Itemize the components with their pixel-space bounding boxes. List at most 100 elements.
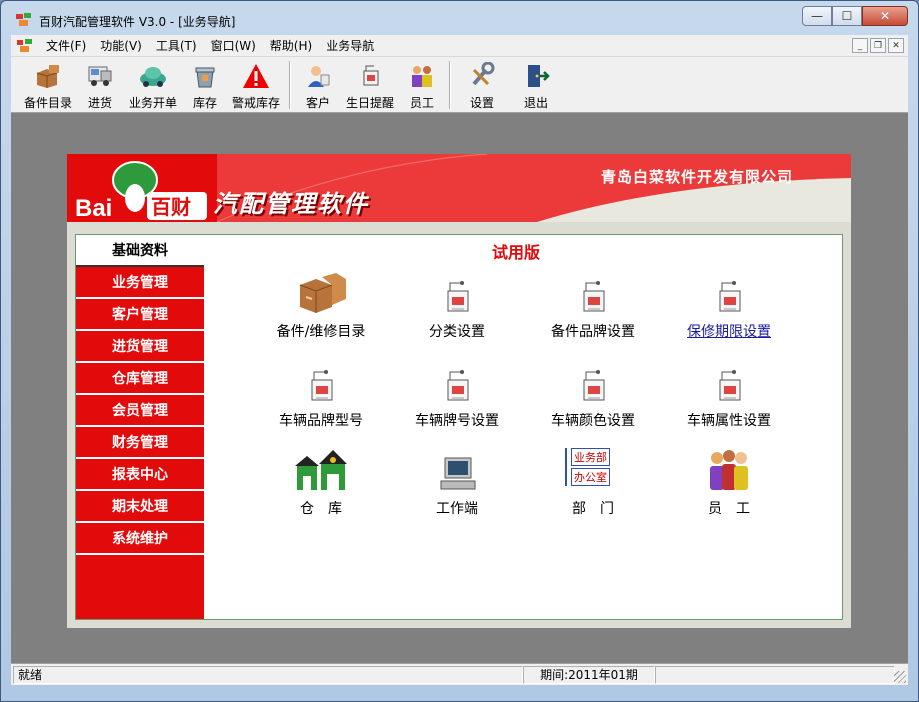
warehouse-icon (291, 442, 351, 492)
app-window: 百财汽配管理软件 V3.0 - [业务导航] — ☐ ✕ 文件(F) 功能(V)… (0, 0, 919, 702)
business-nav-panel: Bai 百财 汽配管理软件 青岛白菜软件开发有限公司 基础资料 业务管理 客户管… (67, 154, 851, 628)
trial-label: 试用版 (492, 243, 541, 262)
grid-item-category-settings[interactable]: 分类设置 (392, 265, 522, 341)
svg-text:百财: 百财 (151, 195, 191, 219)
menu-business-nav[interactable]: 业务导航 (319, 37, 381, 54)
status-panel-empty (655, 665, 895, 684)
toolbar-exit-button[interactable]: 退出 (509, 57, 563, 111)
toolbar-label: 客户 (305, 96, 330, 110)
sidebar-item-period-end[interactable]: 期末处理 (76, 491, 204, 523)
toolbar-birthday-reminder-button[interactable]: 生日提醒 (341, 57, 399, 111)
mdi-close-button[interactable]: ✕ (888, 38, 904, 53)
grid-label-link[interactable]: 保修期限设置 (687, 321, 771, 341)
grid-label: 员 工 (708, 501, 750, 517)
staff-icon (699, 442, 759, 492)
nav-content: 基础资料 业务管理 客户管理 进货管理 仓库管理 会员管理 财务管理 报表中心 … (75, 234, 843, 620)
status-bar: 就绪 期间:2011年01期 (11, 663, 908, 685)
boxes-icon (32, 61, 64, 91)
menu-window[interactable]: 窗口(W) (204, 37, 263, 54)
toolbar-customer-button[interactable]: 客户 (295, 57, 341, 111)
mdi-restore-button[interactable]: ❐ (870, 38, 886, 53)
menu-function[interactable]: 功能(V) (93, 37, 149, 54)
mdi-minimize-button[interactable]: _ (852, 38, 868, 53)
period-indicator: 期间:2011年01期 (523, 665, 655, 684)
grid-item-plate-settings[interactable]: 车辆牌号设置 (392, 354, 522, 430)
document-icon[interactable] (15, 38, 35, 54)
maximize-button[interactable]: ☐ (832, 6, 862, 26)
grid-label: 备件/维修目录 (276, 324, 366, 340)
window-title: 百财汽配管理软件 V3.0 - [业务导航] (39, 15, 236, 29)
sidebar-item-purchase[interactable]: 进货管理 (76, 331, 204, 363)
grid-label: 备件品牌设置 (551, 324, 635, 340)
toolbar-label: 退出 (523, 96, 548, 110)
grid-item-staff[interactable]: 员 工 (664, 442, 794, 518)
title-bar[interactable]: 百财汽配管理软件 V3.0 - [业务导航] — ☐ ✕ (1, 1, 918, 35)
status-text: 就绪 (13, 665, 523, 684)
mdi-controls: _ ❐ ✕ (852, 38, 904, 53)
sidebar-item-warehouse[interactable]: 仓库管理 (76, 363, 204, 395)
toolbar-settings-button[interactable]: 设置 (455, 57, 509, 111)
toolbar-label: 生日提醒 (345, 96, 394, 110)
department-tag: 业务部 (571, 448, 610, 466)
toolbar-label: 员工 (409, 96, 434, 110)
grid-item-parts-brand-settings[interactable]: 备件品牌设置 (528, 265, 658, 341)
toolbar-label: 设置 (469, 96, 494, 110)
grid-label: 工作端 (436, 501, 478, 517)
menu-bar: 文件(F) 功能(V) 工具(T) 窗口(W) 帮助(H) 业务导航 _ ❐ ✕ (11, 35, 908, 57)
grid-label: 仓 库 (300, 501, 342, 517)
sidebar-item-system[interactable]: 系统维护 (76, 523, 204, 555)
warning-icon (240, 61, 272, 91)
grid-label: 车辆颜色设置 (551, 413, 635, 429)
grid-item-warranty-settings[interactable]: 保修期限设置 (664, 265, 794, 341)
sidebar-item-reports[interactable]: 报表中心 (76, 459, 204, 491)
sidebar-item-basic-data[interactable]: 基础资料 (76, 235, 204, 267)
toolbar-label: 备件目录 (23, 96, 72, 110)
resize-grip[interactable] (894, 671, 906, 683)
printer-doc-icon (427, 354, 487, 404)
exit-door-icon (520, 61, 552, 91)
sidebar-item-customer[interactable]: 客户管理 (76, 299, 204, 331)
printer-doc-icon (699, 354, 759, 404)
grid-item-attribute-settings[interactable]: 车辆属性设置 (664, 354, 794, 430)
truck-icon (84, 61, 116, 91)
boxes-icon (291, 265, 351, 315)
car-icon (137, 61, 169, 91)
toolbar-inventory-button[interactable]: 库存 (183, 57, 227, 111)
grid-item-department[interactable]: 业务部 办公室 部 门 (528, 442, 658, 518)
toolbar-order-button[interactable]: 业务开单 (123, 57, 183, 111)
app-logo-icon (16, 13, 31, 26)
menu-help[interactable]: 帮助(H) (263, 37, 319, 54)
grid-item-color-settings[interactable]: 车辆颜色设置 (528, 354, 658, 430)
category-sidebar: 基础资料 业务管理 客户管理 进货管理 仓库管理 会员管理 财务管理 报表中心 … (76, 235, 204, 619)
tools-icon (466, 61, 498, 91)
grid-item-warehouse[interactable]: 仓 库 (256, 442, 386, 518)
staff-icon (406, 61, 438, 91)
grid-label: 分类设置 (429, 324, 485, 340)
grid-item-parts-catalog[interactable]: 备件/维修目录 (256, 265, 386, 341)
department-tag: 办公室 (571, 468, 610, 486)
toolbar-staff-button[interactable]: 员工 (399, 57, 445, 111)
bell-icon (354, 61, 386, 91)
app-name-title: 汽配管理软件 (213, 190, 369, 218)
sidebar-item-business[interactable]: 业务管理 (76, 267, 204, 299)
toolbar-purchase-button[interactable]: 进货 (77, 57, 123, 111)
mdi-workspace: Bai 百财 汽配管理软件 青岛白菜软件开发有限公司 基础资料 业务管理 客户管… (11, 113, 908, 663)
company-logo-icon: Bai 百财 (75, 161, 207, 222)
computer-icon (427, 442, 487, 492)
menu-tools[interactable]: 工具(T) (149, 37, 204, 54)
sidebar-item-finance[interactable]: 财务管理 (76, 427, 204, 459)
minimize-button[interactable]: — (802, 6, 832, 26)
grid-item-workstation[interactable]: 工作端 (392, 442, 522, 518)
toolbar-label: 库存 (192, 96, 217, 110)
toolbar-label: 警戒库存 (231, 96, 280, 110)
menu-file[interactable]: 文件(F) (39, 37, 93, 54)
toolbar-separator (449, 61, 451, 109)
close-button[interactable]: ✕ (862, 6, 908, 26)
sidebar-item-member[interactable]: 会员管理 (76, 395, 204, 427)
toolbar-stock-alert-button[interactable]: 警戒库存 (227, 57, 285, 111)
grid-item-vehicle-brand-model[interactable]: 车辆品牌型号 (256, 354, 386, 430)
department-icon: 业务部 办公室 (565, 442, 621, 492)
bin-icon (189, 61, 221, 91)
printer-doc-icon (563, 265, 623, 315)
toolbar-parts-catalog-button[interactable]: 备件目录 (19, 57, 77, 111)
